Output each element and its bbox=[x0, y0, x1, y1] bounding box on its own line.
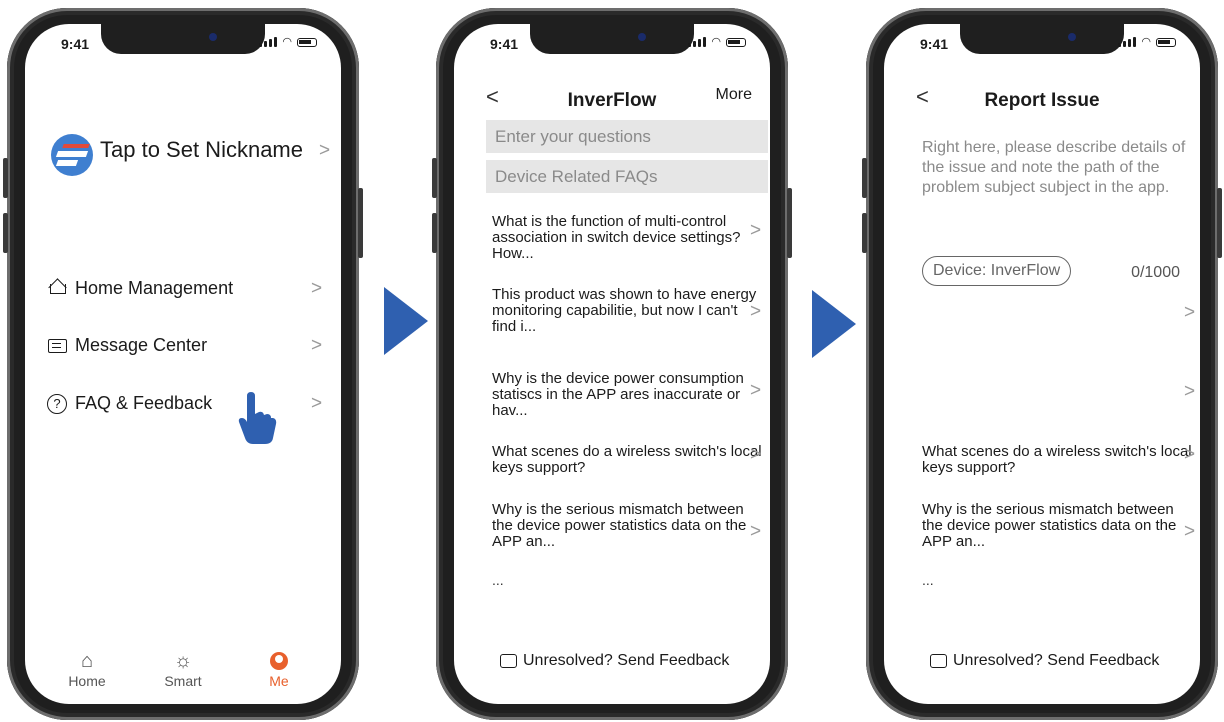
faq-item[interactable]: Why is the device power consumption stat… bbox=[492, 371, 762, 419]
avatar[interactable] bbox=[51, 134, 93, 176]
faq-item[interactable]: Why is the serious mismatch between the … bbox=[922, 502, 1192, 550]
phone-report-issue-screen: 9:41 ◠ < Report Issue Right here, please… bbox=[862, 8, 1222, 720]
battery-icon bbox=[1156, 38, 1176, 47]
signal-icon bbox=[688, 37, 707, 47]
menu-item-label: Home Management bbox=[75, 278, 234, 298]
signal-icon bbox=[259, 37, 278, 47]
power-button bbox=[1217, 188, 1222, 258]
nickname-label[interactable]: Tap to Set Nickname bbox=[100, 137, 303, 163]
phone-me-screen: 9:41 ◠ Tap to Set Nickname > Home Manage… bbox=[3, 8, 363, 720]
volume-button bbox=[432, 213, 437, 253]
faq-item[interactable]: What is the function of multi-control as… bbox=[492, 214, 762, 262]
power-button bbox=[787, 188, 792, 258]
flow-arrow-icon bbox=[812, 290, 856, 358]
wifi-icon: ◠ bbox=[711, 36, 721, 48]
battery-icon bbox=[297, 38, 317, 47]
volume-button bbox=[3, 213, 8, 253]
chevron-right-icon[interactable]: > bbox=[1184, 381, 1195, 403]
faq-item[interactable]: Why is the serious mismatch between the … bbox=[492, 502, 762, 550]
send-feedback-link[interactable]: Unresolved? Send Feedback bbox=[930, 652, 1159, 670]
status-time: 9:41 bbox=[920, 36, 949, 52]
chevron-right-icon[interactable]: > bbox=[750, 380, 761, 402]
volume-button bbox=[432, 158, 437, 198]
chevron-right-icon[interactable]: > bbox=[311, 335, 322, 357]
search-input[interactable]: Enter your questions bbox=[486, 120, 768, 153]
home-icon: ⌂ bbox=[80, 649, 94, 672]
chevron-right-icon[interactable]: > bbox=[1184, 521, 1195, 543]
faq-section-header: Device Related FAQs bbox=[486, 160, 768, 193]
signal-icon bbox=[1118, 37, 1137, 47]
feedback-label: Unresolved? Send Feedback bbox=[953, 652, 1160, 669]
character-counter: 0/1000 bbox=[1131, 264, 1180, 281]
volume-button bbox=[862, 213, 867, 253]
battery-icon bbox=[726, 38, 746, 47]
status-icons: ◠ bbox=[259, 36, 317, 48]
chevron-right-icon[interactable]: > bbox=[311, 278, 322, 300]
tab-home[interactable]: ⌂ Home bbox=[52, 649, 122, 690]
chevron-right-icon[interactable]: > bbox=[1184, 302, 1195, 324]
chevron-right-icon[interactable]: > bbox=[750, 444, 761, 466]
faq-item[interactable]: What scenes do a wireless switch's local… bbox=[922, 444, 1192, 476]
power-button bbox=[358, 188, 363, 258]
chevron-right-icon[interactable]: > bbox=[1184, 444, 1195, 466]
notch bbox=[101, 24, 265, 54]
chevron-right-icon[interactable]: > bbox=[750, 301, 761, 323]
device-tag[interactable]: Device: InverFlow bbox=[922, 256, 1072, 286]
more-button[interactable]: More bbox=[716, 86, 752, 104]
volume-button bbox=[3, 158, 8, 198]
phone-faq-screen: 9:41 ◠ < InverFlow More Enter your quest… bbox=[432, 8, 792, 720]
tab-bar: ⌂ Home ☼ Smart Me bbox=[25, 649, 341, 690]
tab-label: Home bbox=[68, 673, 106, 689]
chevron-right-icon[interactable]: > bbox=[319, 140, 330, 162]
faq-item[interactable]: This product was shown to have energy mo… bbox=[492, 287, 762, 335]
question-icon: ? bbox=[47, 393, 67, 414]
wifi-icon: ◠ bbox=[1141, 36, 1151, 48]
notch bbox=[960, 24, 1124, 54]
chevron-right-icon[interactable]: > bbox=[311, 393, 322, 415]
screen: 9:41 ◠ < InverFlow More Enter your quest… bbox=[454, 24, 770, 704]
issue-description-field[interactable]: Right here, please describe details of t… bbox=[922, 138, 1194, 198]
menu-item-message-center[interactable]: Message Center bbox=[47, 335, 207, 356]
page-title: Report Issue bbox=[984, 90, 1100, 111]
menu-item-label: Message Center bbox=[75, 335, 208, 355]
tab-label: Smart bbox=[164, 673, 202, 689]
status-time: 9:41 bbox=[490, 36, 519, 52]
status-icons: ◠ bbox=[688, 36, 746, 48]
message-icon bbox=[500, 654, 517, 668]
wifi-icon: ◠ bbox=[282, 36, 292, 48]
tab-smart[interactable]: ☼ Smart bbox=[148, 649, 218, 690]
chevron-right-icon[interactable]: > bbox=[750, 521, 761, 543]
user-icon bbox=[244, 649, 314, 673]
notch bbox=[530, 24, 694, 54]
chevron-right-icon[interactable]: > bbox=[750, 220, 761, 242]
message-icon bbox=[930, 654, 947, 668]
home-icon bbox=[47, 277, 67, 299]
flow-arrow-icon bbox=[384, 287, 428, 355]
more-ellipsis: ... bbox=[492, 572, 504, 588]
status-time: 9:41 bbox=[61, 36, 90, 52]
faq-item[interactable]: What scenes do a wireless switch's local… bbox=[492, 444, 762, 476]
tab-label: Me bbox=[269, 673, 289, 689]
more-ellipsis: ... bbox=[922, 572, 934, 588]
pointing-hand-icon bbox=[238, 392, 277, 444]
screen: 9:41 ◠ < Report Issue Right here, please… bbox=[884, 24, 1200, 704]
menu-item-home-management[interactable]: Home Management bbox=[47, 277, 234, 299]
send-feedback-link[interactable]: Unresolved? Send Feedback bbox=[500, 652, 729, 670]
screen: 9:41 ◠ Tap to Set Nickname > Home Manage… bbox=[25, 24, 341, 704]
message-icon bbox=[47, 336, 67, 356]
sun-icon: ☼ bbox=[173, 649, 193, 672]
status-icons: ◠ bbox=[1118, 36, 1176, 48]
feedback-label: Unresolved? Send Feedback bbox=[523, 652, 730, 669]
volume-button bbox=[862, 158, 867, 198]
menu-item-faq-feedback[interactable]: ? FAQ & Feedback bbox=[47, 393, 212, 414]
menu-item-label: FAQ & Feedback bbox=[75, 393, 213, 413]
tab-me[interactable]: Me bbox=[244, 649, 314, 689]
